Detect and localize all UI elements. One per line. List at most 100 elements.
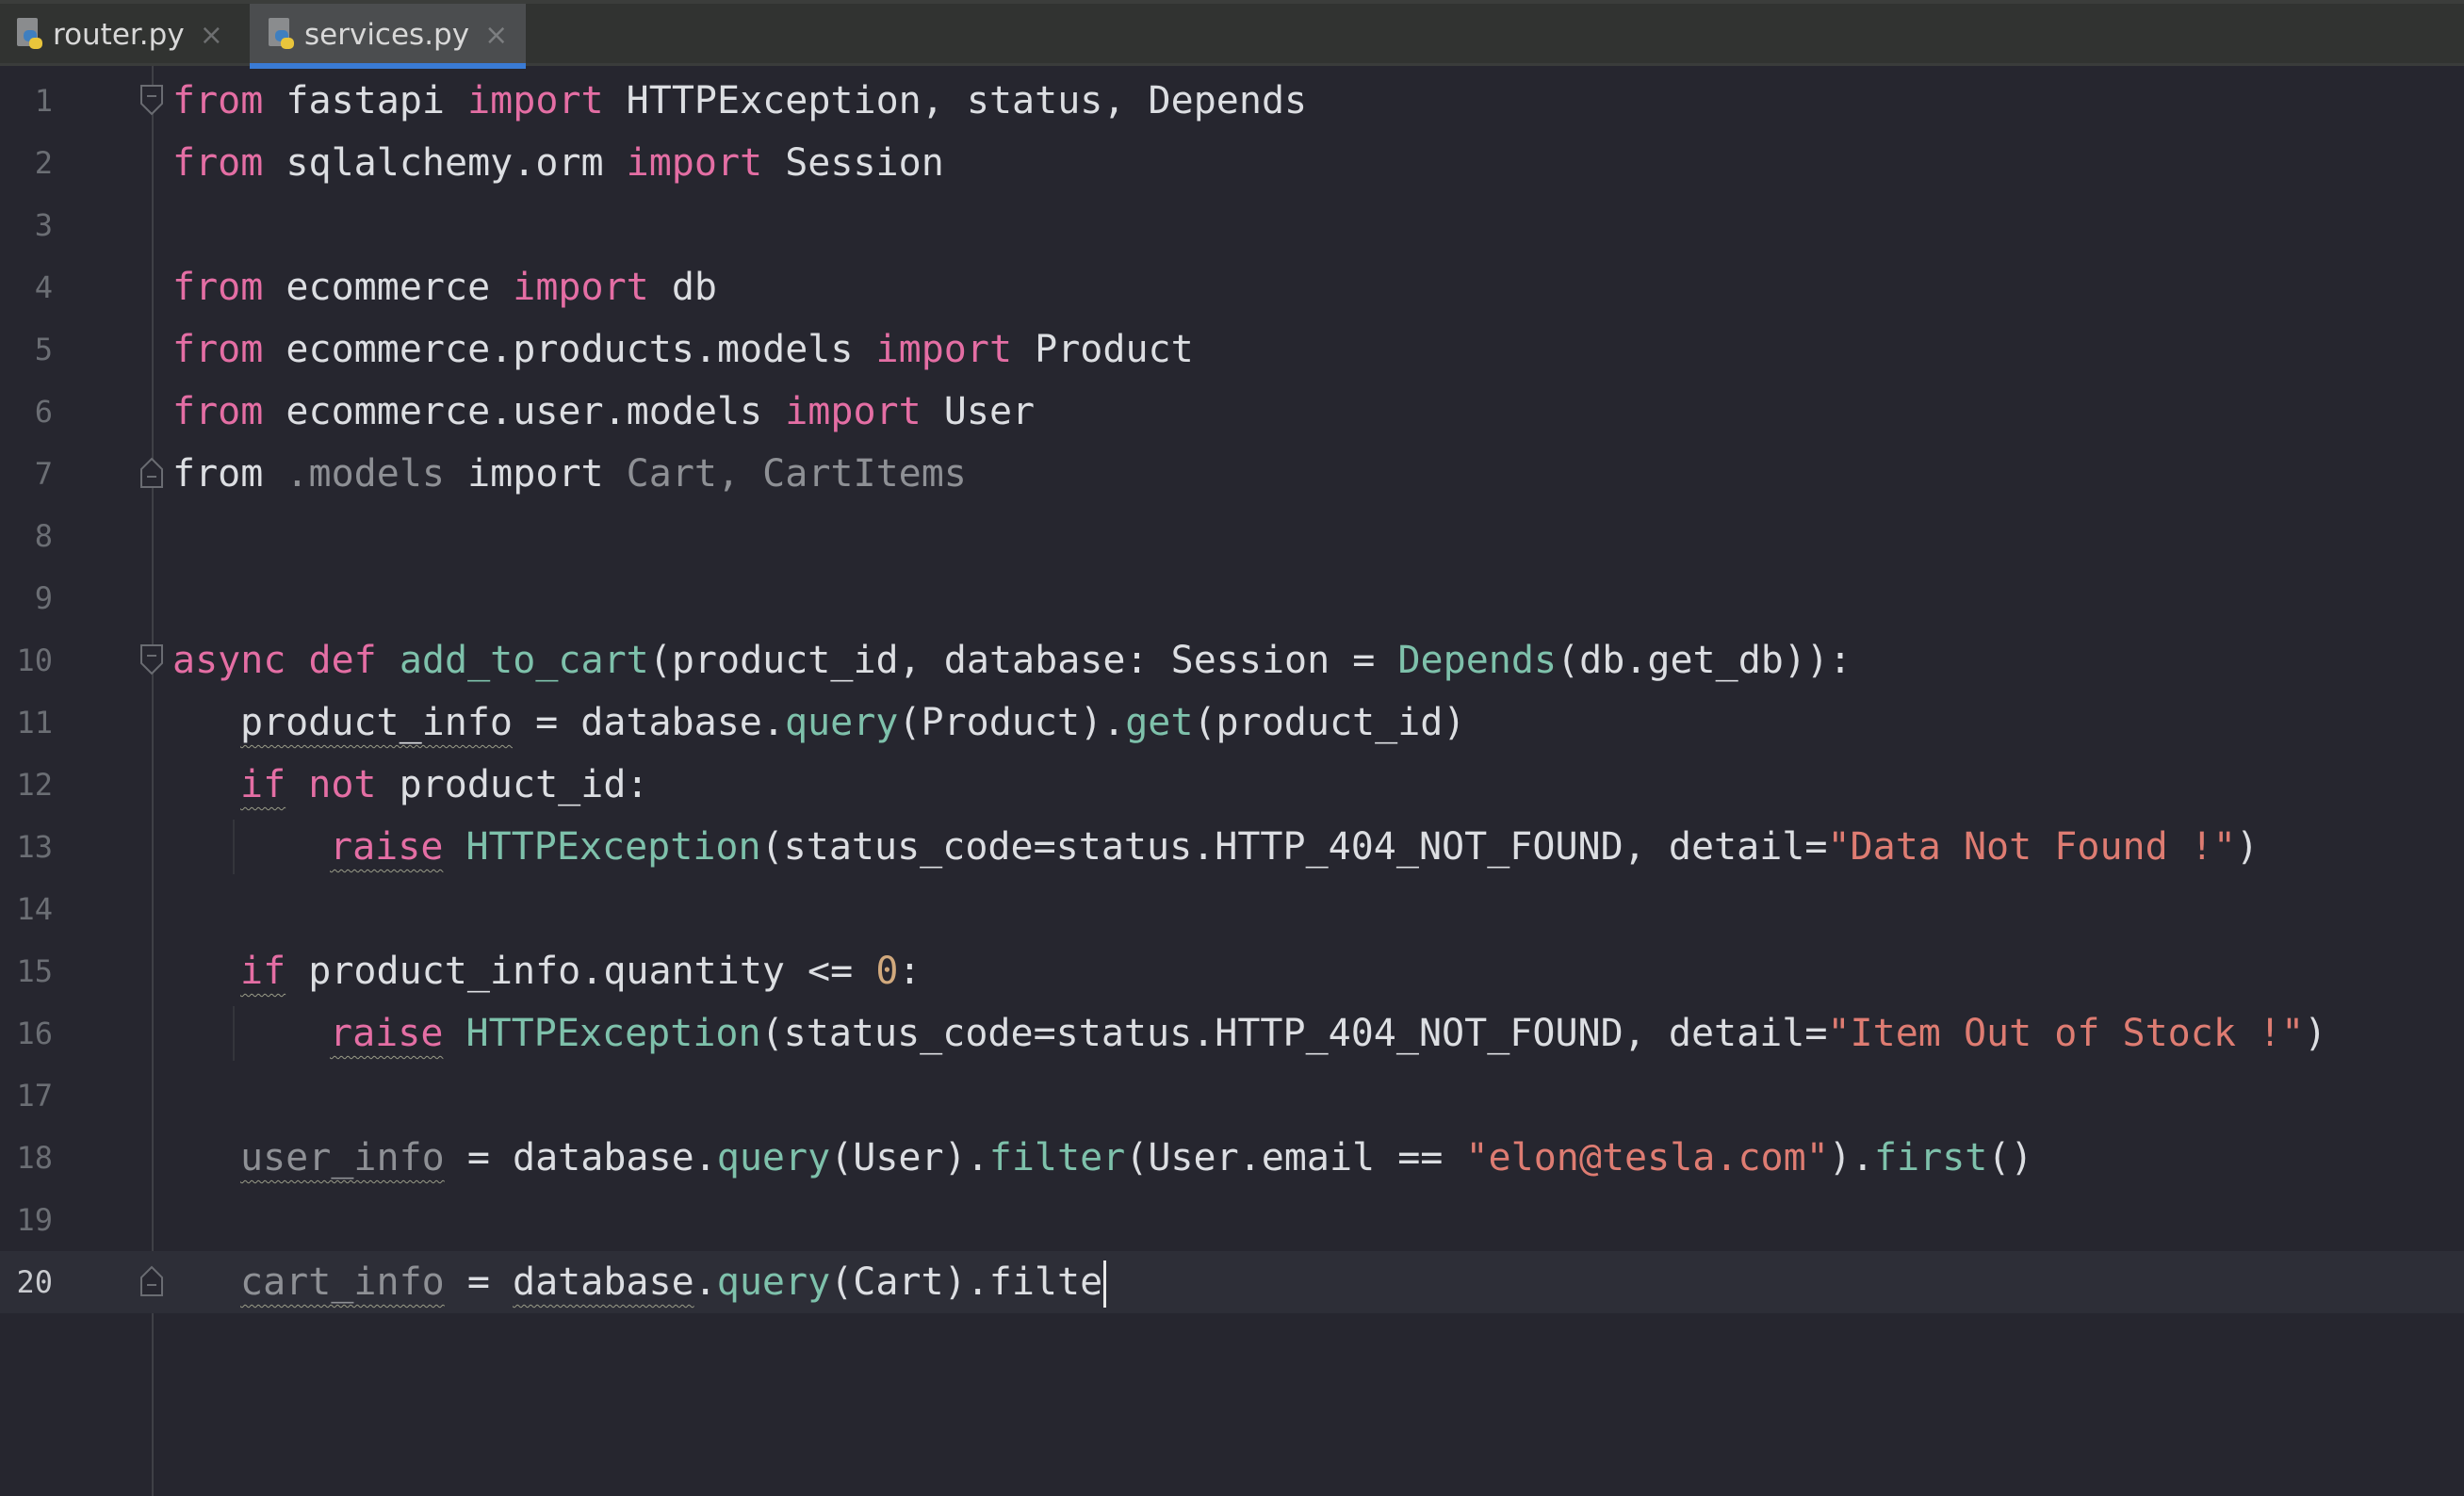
code-token: (product_id, database: Session = [648,639,1398,682]
code-line[interactable]: 19 [0,1189,2464,1251]
line-number: 3 [34,207,53,243]
code-token: import [626,141,763,185]
code-token: product_info [240,701,513,744]
code-token: (User). [830,1136,989,1179]
code-token: query [716,1136,831,1179]
code-line[interactable]: 2 from sqlalchemy.orm import Session [0,132,2464,194]
code-line[interactable]: 12 if not product_id: [0,754,2464,816]
code-token: HTTPException, status, Depends [603,79,1308,122]
code-line[interactable]: 13 raise HTTPException(status_code=status… [0,816,2464,878]
line-number: 5 [34,332,53,367]
code-token: from [172,266,264,309]
code-token: query [784,701,899,744]
code-line[interactable]: 11 product_info = database.query(Product)… [0,691,2464,754]
code-token: "elon@tesla.com" [1465,1136,1829,1179]
code-line[interactable]: 7 from .models import Cart, CartItems [0,443,2464,505]
code-token: ecommerce.user.models [263,390,786,433]
code-token: : [898,950,922,993]
line-number: 1 [34,83,53,119]
line-number: 18 [16,1140,53,1176]
code-token: import [467,79,604,122]
indent-guide [233,820,235,874]
tab-router-py[interactable]: router.py × [17,4,248,66]
code-token: async def [172,639,400,682]
code-token: database [513,1260,694,1304]
code-text: async def add_to_cart(product_id, databa… [172,629,1852,691]
close-tab-icon[interactable]: × [484,19,508,52]
code-text: from .models import Cart, CartItems [172,443,967,505]
editor-tab-bar: router.py × services.py × [0,0,2464,69]
code-token: .models [263,452,468,496]
code-token: (db.get_db)): [1557,639,1852,682]
code-text: from ecommerce.products.models import Pr… [172,318,1194,381]
line-number: 14 [16,891,53,927]
line-number: 7 [34,456,53,492]
code-line[interactable]: 6 from ecommerce.user.models import User [0,381,2464,443]
fold-end-icon[interactable] [139,456,165,490]
code-line[interactable]: 17 [0,1065,2464,1127]
code-token: ) [2304,1012,2327,1055]
code-token: fastapi [263,79,468,122]
code-line[interactable]: 20 cart_info = database.query(Cart).filte [0,1251,2464,1313]
code-token: raise [330,1012,444,1055]
code-token: Session [762,141,944,185]
code-text: from ecommerce import db [172,256,717,318]
code-token: add_to_cart [399,639,649,682]
code-token: if [240,763,286,806]
code-token: from [172,141,264,185]
code-token: (Cart).filte [830,1260,1103,1304]
code-line[interactable]: 9 [0,567,2464,629]
code-text: if product_info.quantity <= 0: [240,940,922,1002]
line-number: 2 [34,145,53,181]
code-token: not [286,763,377,806]
code-token: = database. [444,1136,717,1179]
code-text: cart_info = database.query(Cart).filte [240,1251,1107,1313]
line-number: 16 [16,1016,53,1051]
line-number: 11 [16,705,53,740]
code-line[interactable]: 10 async def add_to_cart(product_id, data… [0,629,2464,691]
code-line[interactable]: 5 from ecommerce.products.models import P… [0,318,2464,381]
code-line[interactable]: 14 [0,878,2464,940]
tab-label: services.py [304,18,470,52]
code-token: from [172,452,264,496]
code-line[interactable]: 3 [0,194,2464,256]
code-line[interactable]: 4 from ecommerce import db [0,256,2464,318]
code-token: from [172,328,264,371]
line-number: 12 [16,767,53,803]
code-token: from [172,390,264,433]
code-token: query [716,1260,831,1304]
tab-services-py[interactable]: services.py × [250,4,526,69]
code-token: "Item Out of Stock !" [1827,1012,2305,1055]
close-tab-icon[interactable]: × [200,19,223,52]
code-line[interactable]: 8 [0,505,2464,567]
code-line[interactable]: 1 from fastapi import HTTPException, stat… [0,70,2464,132]
code-line[interactable]: 16 raise HTTPException(status_code=status… [0,1002,2464,1065]
code-text: user_info = database.query(User).filter(… [240,1127,2033,1189]
fold-collapse-icon[interactable] [139,642,165,676]
python-file-icon [17,18,45,52]
code-token: get [1125,701,1194,744]
code-token: 0 [875,950,899,993]
code-token: ecommerce.products.models [263,328,876,371]
code-line[interactable]: 15 if product_info.quantity <= 0: [0,940,2464,1002]
code-token: User [921,390,1036,433]
fold-end-icon[interactable] [139,1264,165,1298]
line-number: 6 [34,394,53,430]
line-number: 4 [34,269,53,305]
code-text: from sqlalchemy.orm import Session [172,132,944,194]
indent-guide [233,1006,235,1061]
code-token: = [444,1260,513,1304]
code-text: if not product_id: [240,754,648,816]
code-text: raise HTTPException(status_code=status.H… [330,816,2259,878]
line-number: 19 [16,1202,53,1238]
fold-collapse-icon[interactable] [139,83,165,117]
code-token: if [240,950,286,993]
code-token: Product [1012,328,1194,371]
code-token: filter [988,1136,1126,1179]
code-text: product_info = database.query(Product).g… [240,691,1465,754]
code-token: sqlalchemy.orm [263,141,627,185]
code-line[interactable]: 18 user_info = database.query(User).filte… [0,1127,2464,1189]
code-token: ecommerce [263,266,514,309]
code-token: product_info.quantity <= [286,950,876,993]
